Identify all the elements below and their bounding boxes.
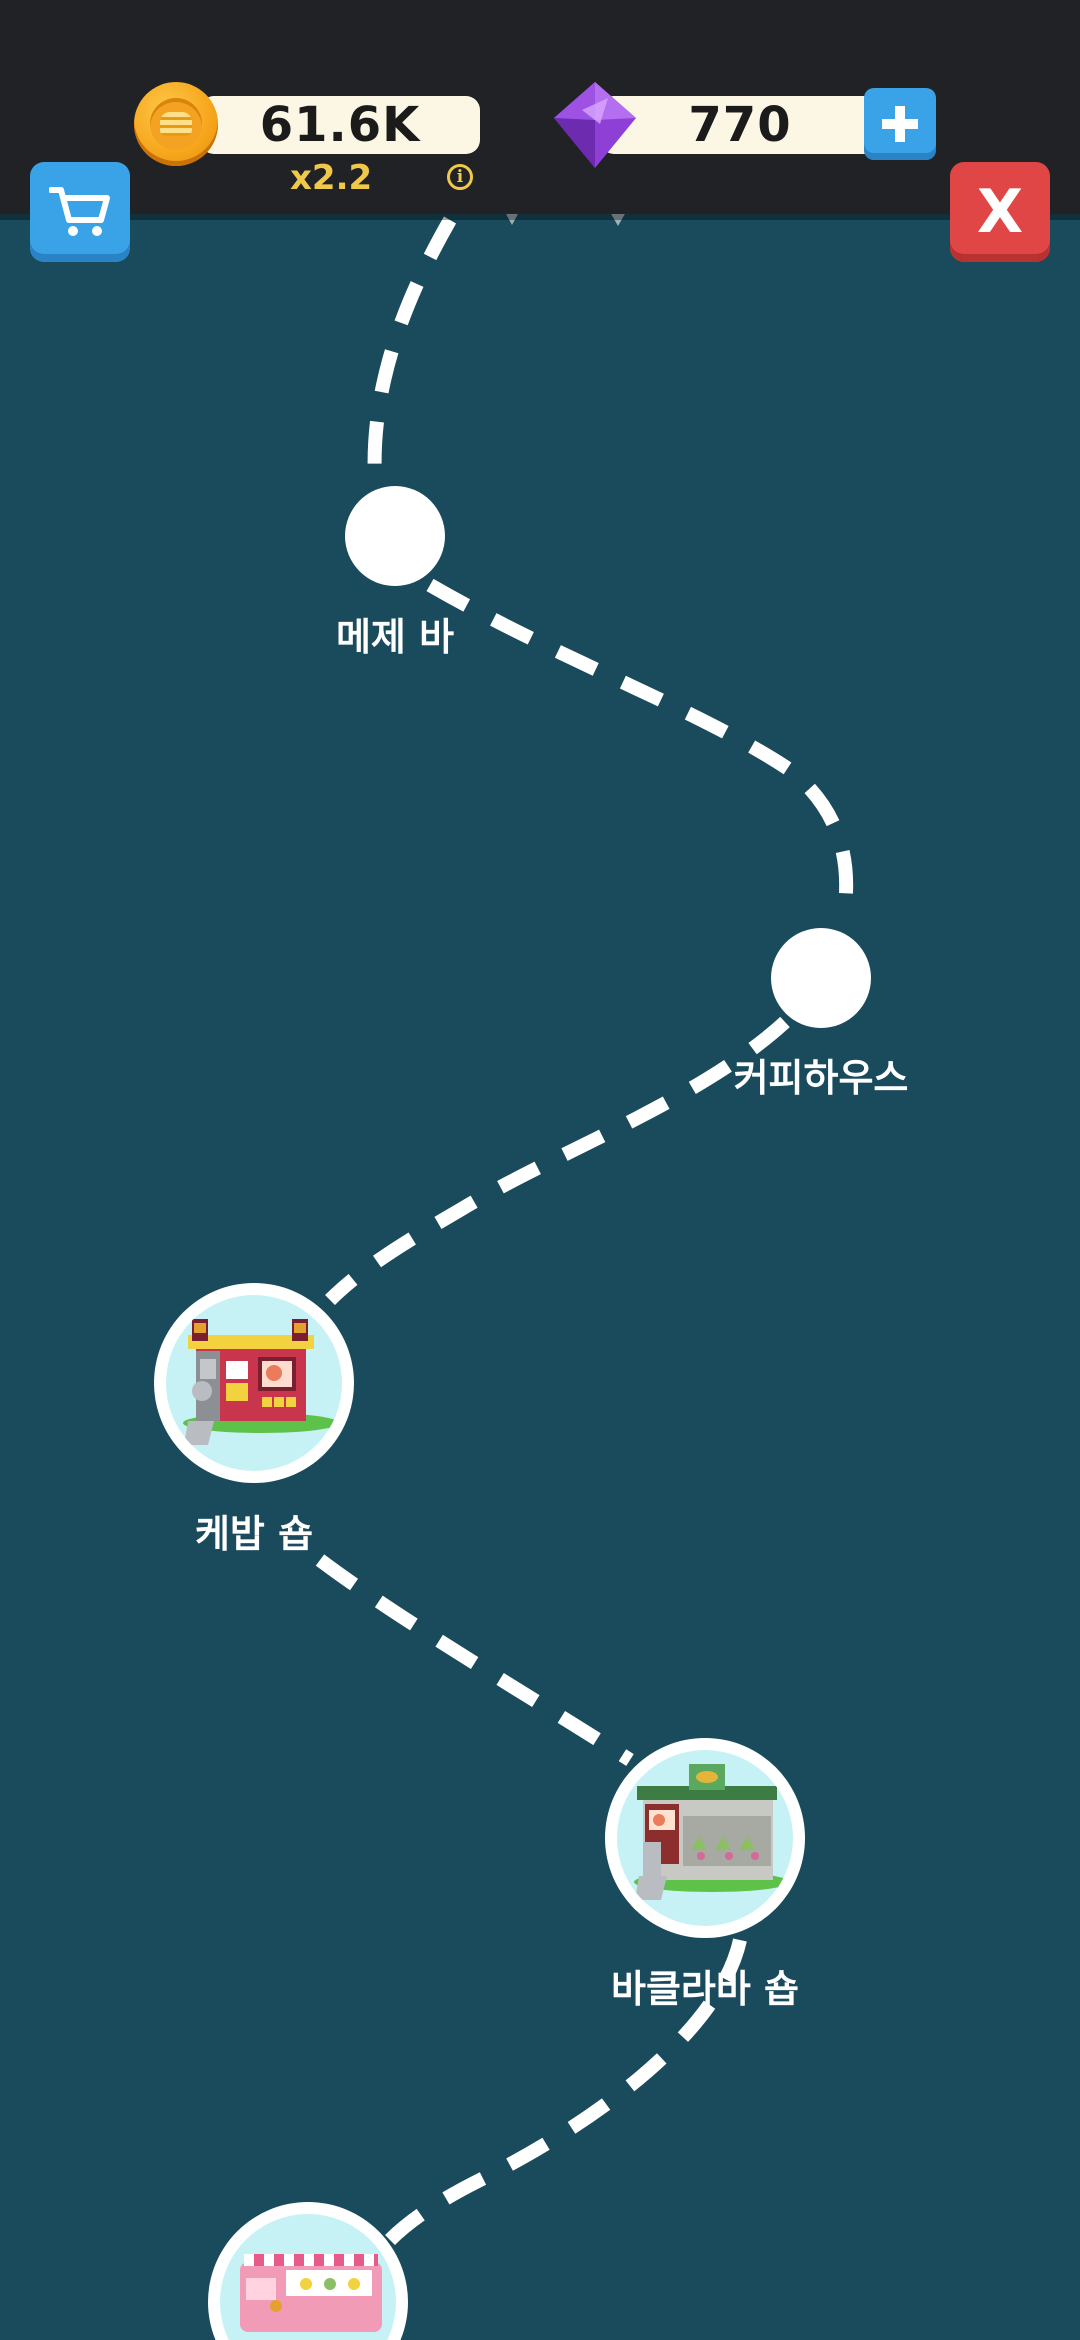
coin-icon (134, 82, 218, 166)
stop-coffeehouse[interactable] (771, 928, 871, 1028)
stop-meze-bar[interactable] (345, 486, 445, 586)
baklava-shop-illustration (617, 1750, 793, 1926)
plus-icon (882, 106, 918, 142)
gem-icon (554, 82, 636, 168)
stop-baklava-shop[interactable] (605, 1738, 805, 1938)
kebab-shop-illustration (166, 1295, 342, 1471)
stop-label-meze-bar: 메제 바 (335, 615, 455, 659)
cart-icon (49, 187, 110, 236)
food-truck-illustration (220, 2214, 396, 2340)
shop-button[interactable] (30, 162, 130, 262)
stop-kebab-shop[interactable] (154, 1283, 354, 1483)
stop-label-coffeehouse: 커피하우스 (733, 1056, 909, 1100)
earnings-multiplier: x2.2 (290, 158, 373, 198)
stop-label-baklava-shop: 바클라바 숍 (610, 1967, 800, 2011)
gem-balance: 770 (600, 96, 880, 154)
world-map[interactable]: 메제 바 커피하우스 케밥 숍 바클라바 숍 (0, 0, 1080, 2340)
info-icon[interactable]: i (447, 164, 473, 190)
top-hud: 61.6K x2.2 i 770 (0, 0, 1080, 214)
stop-label-kebab-shop: 케밥 숍 (194, 1512, 314, 1556)
close-button[interactable]: X (950, 162, 1050, 262)
coin-count: 61.6K (259, 97, 421, 153)
add-gems-button[interactable] (864, 88, 936, 160)
gem-count: 770 (688, 97, 792, 153)
coin-balance: 61.6K (200, 96, 480, 154)
